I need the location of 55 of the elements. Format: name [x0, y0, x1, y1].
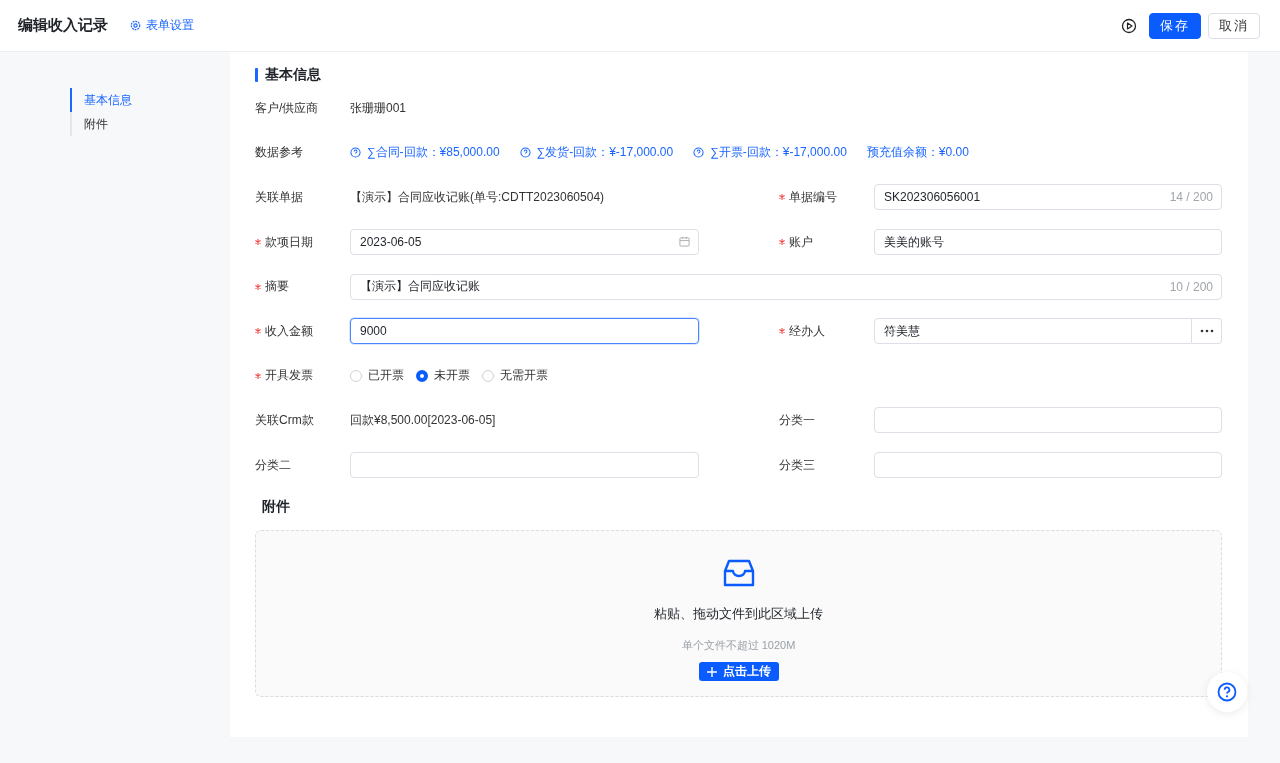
cancel-button[interactable]: 取消	[1208, 12, 1260, 39]
field-label: 数据参考	[255, 144, 303, 162]
reference-value: ∑开票-回款：¥-17,000.00	[710, 144, 847, 162]
gear-icon	[130, 20, 141, 31]
radio-label[interactable]: 已开票	[368, 367, 404, 385]
field-label: 经办人	[789, 322, 825, 340]
page-title: 编辑收入记录	[18, 16, 108, 35]
field-label: 关联Crm款	[255, 411, 314, 429]
help-icon[interactable]	[519, 147, 531, 159]
inbox-icon	[722, 558, 755, 589]
field-label: 分类一	[779, 411, 815, 429]
reference-value: ∑合同-回款：¥85,000.00	[367, 144, 500, 162]
reference-value: 预充值余额：¥0.00	[866, 144, 969, 162]
field-value: 【演示】合同应收记账(单号:CDTT2023060504)	[350, 189, 605, 206]
radio-button[interactable]	[416, 369, 428, 382]
upload-hint: 单个文件不超过 1020M	[681, 638, 796, 654]
input-field[interactable]	[874, 452, 1222, 479]
input-field[interactable]: 9000	[350, 318, 699, 345]
char-count: 10 / 200	[1169, 279, 1213, 294]
field-label: 收入金额	[265, 322, 313, 340]
input-field[interactable]	[874, 407, 1222, 434]
radio-label[interactable]: 无需开票	[500, 367, 548, 385]
help-icon[interactable]	[693, 147, 705, 159]
field-label: 款项日期	[265, 233, 313, 251]
field-label: 开具发票	[265, 367, 313, 385]
input-field[interactable]: 美美的账号	[874, 229, 1222, 256]
help-icon[interactable]	[350, 147, 361, 159]
form-settings-link[interactable]: 表单设置	[130, 17, 194, 34]
section-marker	[255, 68, 258, 82]
upload-prompt: 粘贴、拖动文件到此区域上传	[654, 605, 823, 624]
help-icon	[1217, 682, 1237, 702]
field-label: 分类三	[779, 456, 815, 474]
section-title: 附件	[262, 498, 290, 515]
input-field[interactable]	[350, 452, 699, 479]
field-label: 关联单据	[255, 189, 303, 206]
field-value: 回款¥8,500.00[2023-06-05]	[350, 411, 496, 429]
calendar-icon[interactable]	[679, 236, 690, 248]
field-value: 张珊珊001	[350, 99, 407, 117]
save-button[interactable]: 保存	[1149, 12, 1201, 39]
more-icon	[1199, 329, 1214, 334]
upload-button[interactable]: 点击上传	[698, 662, 779, 682]
reference-value: ∑发货-回款：¥-17,000.00	[536, 144, 674, 162]
play-icon[interactable]	[1121, 17, 1137, 34]
more-button[interactable]	[1192, 318, 1222, 345]
field-label: 客户/供应商	[255, 99, 319, 117]
input-field[interactable]: 2023-06-05	[350, 229, 699, 256]
field-label: 摘要	[265, 278, 289, 296]
char-count: 14 / 200	[1169, 190, 1213, 205]
plus-icon	[706, 666, 717, 677]
field-label: 账户	[789, 233, 813, 251]
field-label: 单据编号	[789, 189, 837, 206]
radio-label[interactable]: 未开票	[434, 367, 470, 385]
input-field[interactable]: 符美慧	[874, 318, 1192, 345]
field-label: 分类二	[255, 456, 291, 474]
section-title: 基本信息	[265, 66, 321, 84]
